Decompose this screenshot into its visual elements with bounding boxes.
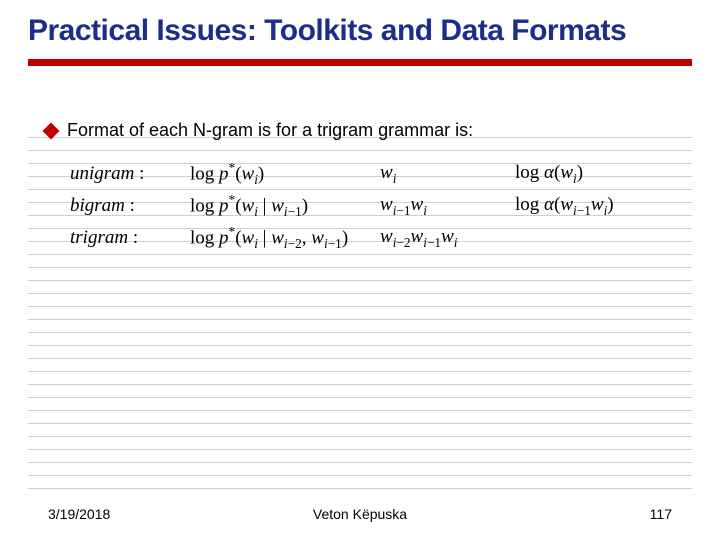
- bullet-point: Format of each N-gram is for a trigram g…: [45, 120, 680, 141]
- log-alpha-unigram: log α(wi): [515, 162, 665, 187]
- formula-row-trigram: trigram : log p*(wi | wi−2, wi−1) wi−2wi…: [70, 222, 690, 254]
- row-label: trigram :: [70, 227, 190, 249]
- row-label: bigram :: [70, 195, 190, 217]
- words-unigram: wi: [380, 162, 515, 187]
- diamond-bullet-icon: [43, 123, 60, 140]
- log-p-bigram: log p*(wi | wi−1): [190, 192, 380, 220]
- formula-block: unigram : log p*(wi) wi log α(wi) bigram…: [70, 158, 690, 254]
- words-bigram: wi−1wi: [380, 194, 515, 219]
- log-p-unigram: log p*(wi): [190, 160, 380, 188]
- formula-row-bigram: bigram : log p*(wi | wi−1) wi−1wi log α(…: [70, 190, 690, 222]
- footer-page-number: 117: [650, 506, 672, 522]
- formula-row-unigram: unigram : log p*(wi) wi log α(wi): [70, 158, 690, 190]
- log-p-trigram: log p*(wi | wi−2, wi−1): [190, 224, 380, 252]
- slide-title: Practical Issues: Toolkits and Data Form…: [28, 14, 692, 49]
- slide: Practical Issues: Toolkits and Data Form…: [0, 0, 720, 540]
- label-text: bigram: [70, 195, 125, 216]
- row-label: unigram :: [70, 163, 190, 185]
- log-alpha-bigram: log α(wi−1wi): [515, 194, 665, 219]
- footer-date: 3/19/2018: [48, 506, 110, 522]
- label-text: unigram: [70, 163, 134, 184]
- footer-author: Veton Këpuska: [313, 506, 407, 522]
- slide-footer: 3/19/2018 Veton Këpuska 117: [48, 506, 672, 522]
- label-text: trigram: [70, 227, 128, 248]
- bullet-text: Format of each N-gram is for a trigram g…: [67, 120, 473, 141]
- title-underline: [28, 59, 692, 66]
- words-trigram: wi−2wi−1wi: [380, 226, 515, 251]
